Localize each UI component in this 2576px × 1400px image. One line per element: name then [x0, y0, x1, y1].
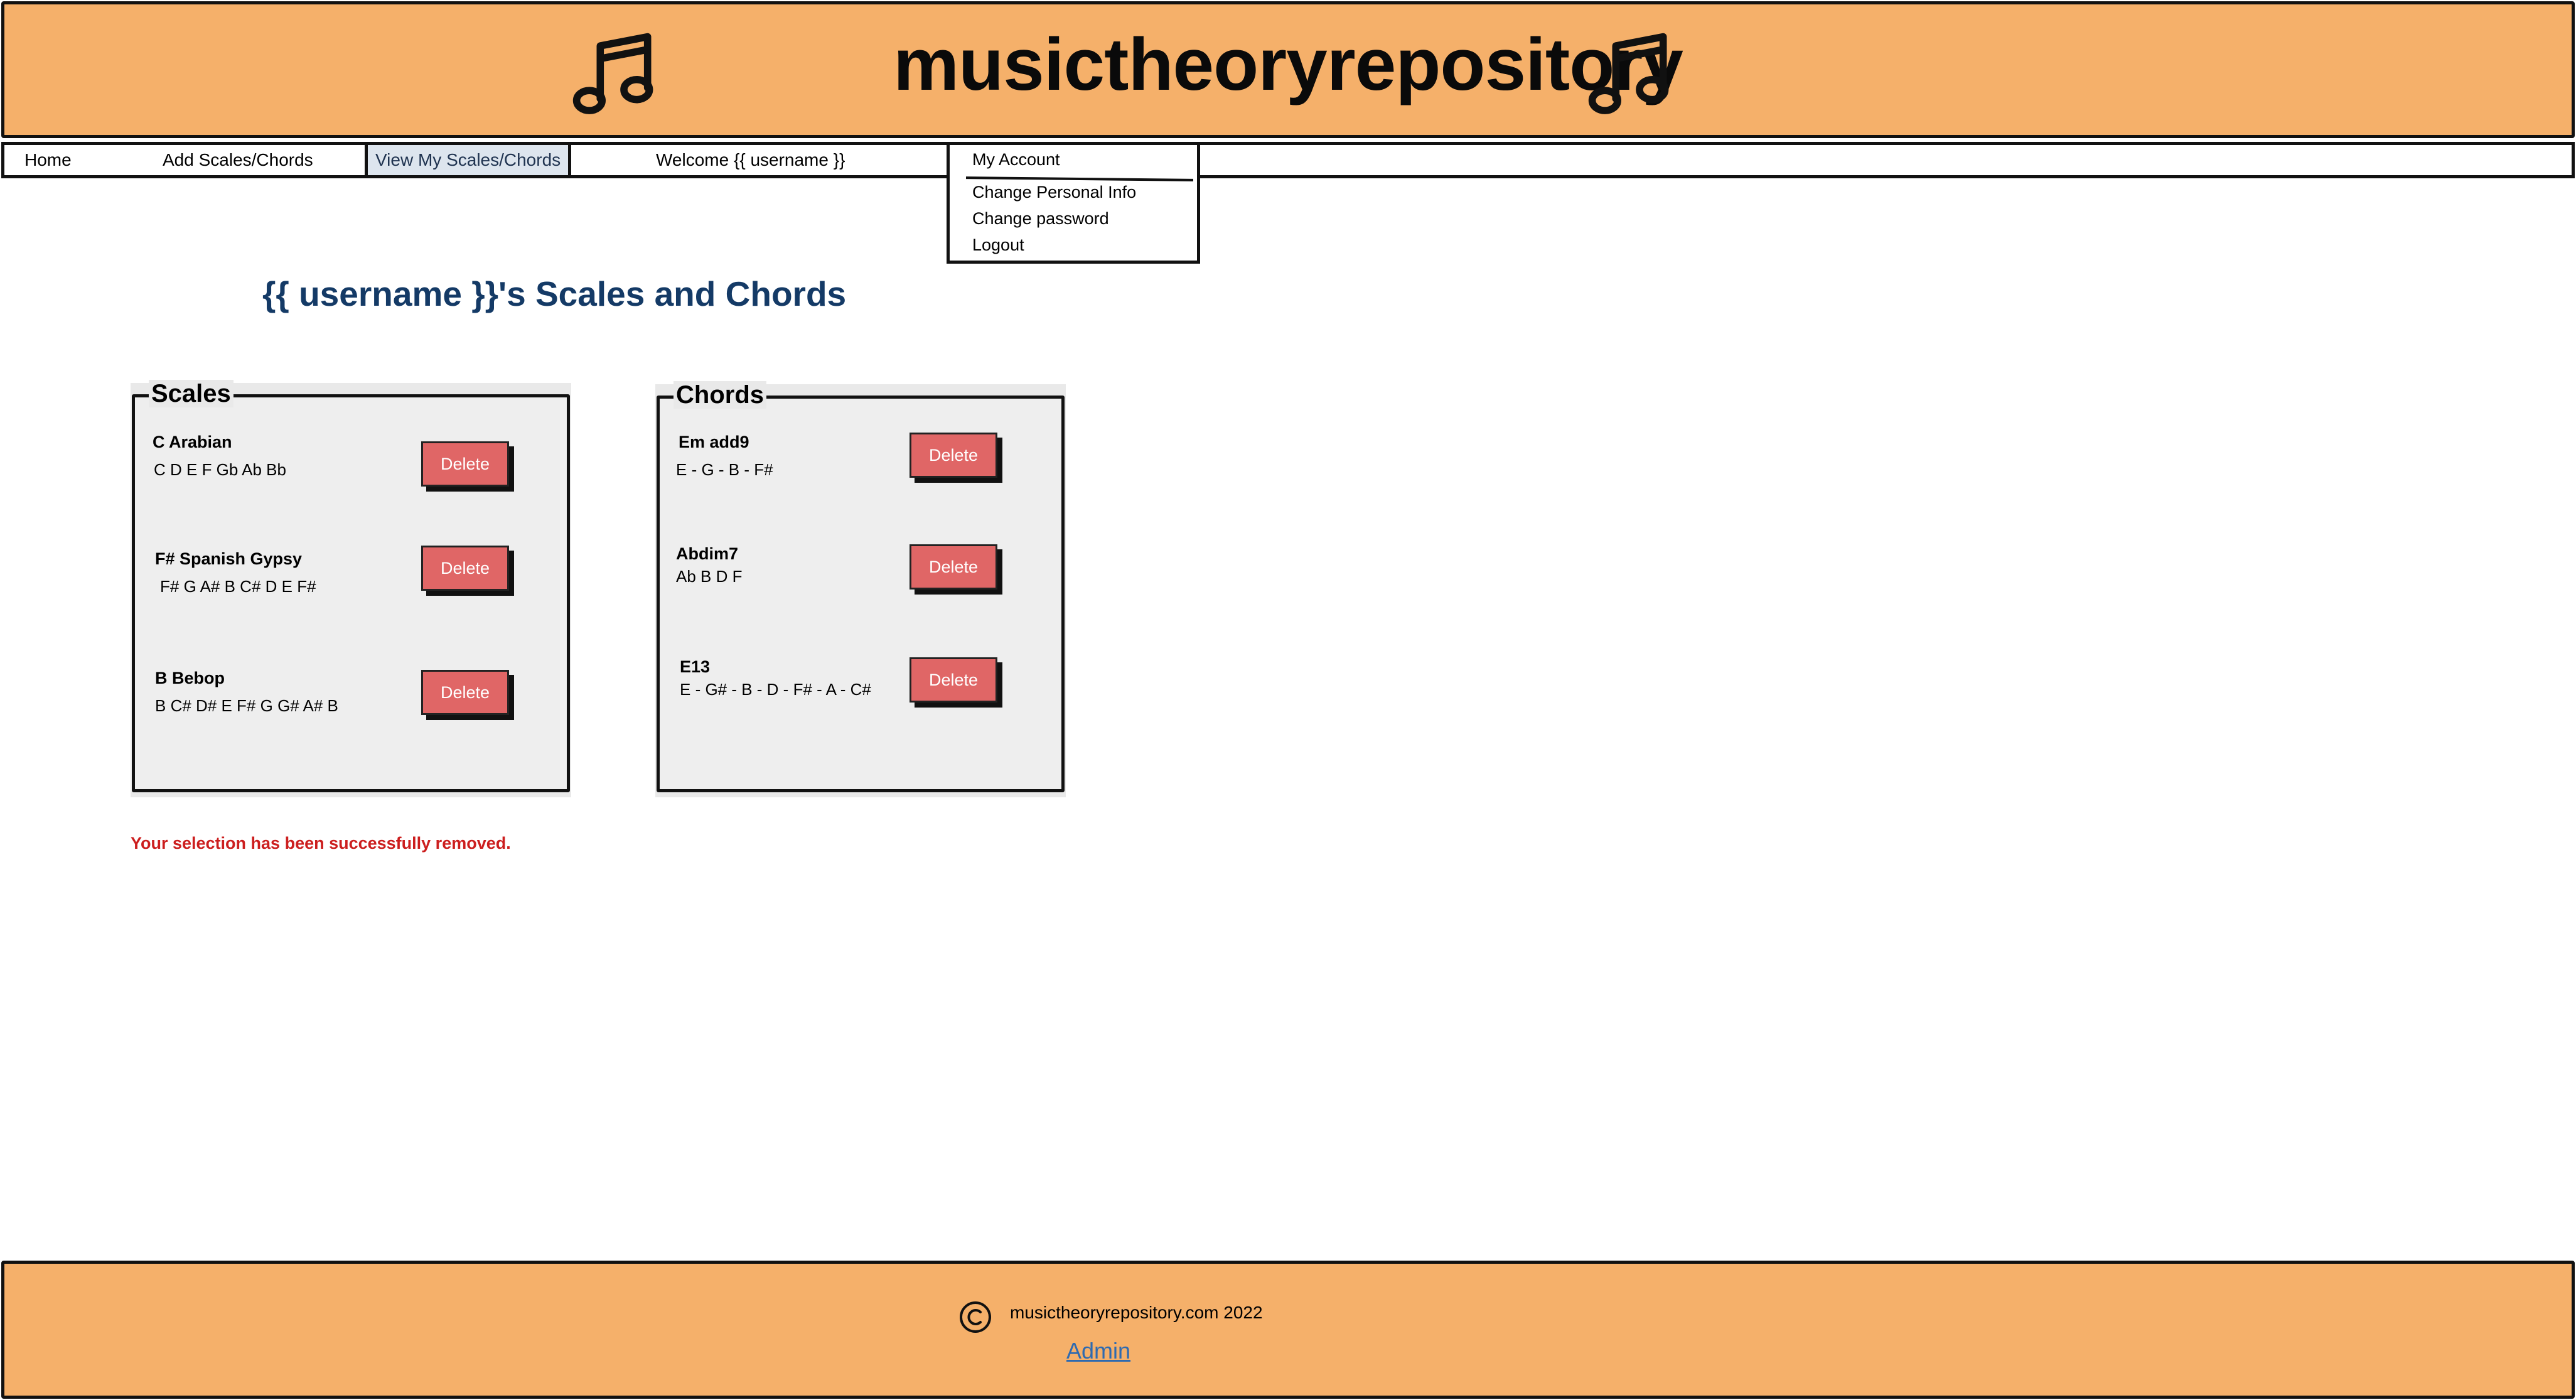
nav-add-scales-chords[interactable]: Add Scales/Chords: [163, 145, 313, 175]
admin-link[interactable]: Admin: [1066, 1338, 1130, 1364]
chord-name: Em add9: [679, 433, 749, 451]
nav-view-my-scales-chords[interactable]: View My Scales/Chords: [365, 145, 572, 175]
scale-notes: C D E F Gb Ab Bb: [154, 460, 286, 479]
account-dropdown-menu: My Account Change Personal Info Change p…: [947, 142, 1200, 264]
scale-notes: B C# D# E F# G G# A# B: [155, 696, 338, 715]
scales-legend: Scales: [149, 380, 233, 407]
scale-notes: F# G A# B C# D E F#: [160, 577, 316, 596]
copyright-icon: [958, 1300, 992, 1334]
nav-welcome-user[interactable]: Welcome {{ username }}: [656, 145, 845, 175]
chords-legend: Chords: [674, 381, 766, 409]
delete-chord-button[interactable]: Delete: [910, 433, 997, 478]
scale-name: F# Spanish Gypsy: [155, 549, 303, 568]
menu-item-change-personal-info[interactable]: Change Personal Info: [972, 183, 1136, 202]
scales-panel: Scales C Arabian C D E F Gb Ab Bb Delete…: [132, 380, 570, 792]
scale-name: B Bebop: [155, 669, 225, 687]
music-note-icon: [1585, 30, 1676, 121]
delete-chord-button[interactable]: Delete: [910, 657, 997, 703]
chord-notes: Ab B D F: [676, 567, 743, 586]
main-nav: Home Add Scales/Chords View My Scales/Ch…: [1, 142, 2575, 178]
chords-panel: Chords Em add9 E - G - B - F# Delete Abd…: [657, 381, 1065, 792]
menu-item-change-password[interactable]: Change password: [972, 209, 1109, 229]
chord-name: E13: [680, 657, 711, 676]
delete-scale-button[interactable]: Delete: [421, 546, 509, 591]
scale-name: C Arabian: [153, 433, 232, 451]
site-title: musictheoryrepository: [893, 23, 1683, 106]
nav-home[interactable]: Home: [24, 145, 72, 175]
page-title: {{ username }}'s Scales and Chords: [262, 274, 847, 313]
dropdown-divider: [965, 176, 1194, 181]
delete-scale-button[interactable]: Delete: [421, 441, 509, 487]
status-message: Your selection has been successfully rem…: [131, 834, 511, 853]
site-footer: musictheoryrepository.com 2022 Admin: [1, 1261, 2575, 1399]
chord-name: Abdim7: [676, 544, 739, 563]
dropdown-title-my-account[interactable]: My Account: [972, 150, 1060, 170]
chord-notes: E - G - B - F#: [676, 460, 773, 479]
site-header: musictheoryrepository: [1, 1, 2575, 138]
chord-notes: E - G# - B - D - F# - A - C#: [680, 680, 871, 699]
delete-chord-button[interactable]: Delete: [910, 544, 997, 590]
delete-scale-button[interactable]: Delete: [421, 670, 509, 715]
menu-item-logout[interactable]: Logout: [972, 235, 1024, 255]
copyright-text: musictheoryrepository.com 2022: [1010, 1303, 1263, 1322]
